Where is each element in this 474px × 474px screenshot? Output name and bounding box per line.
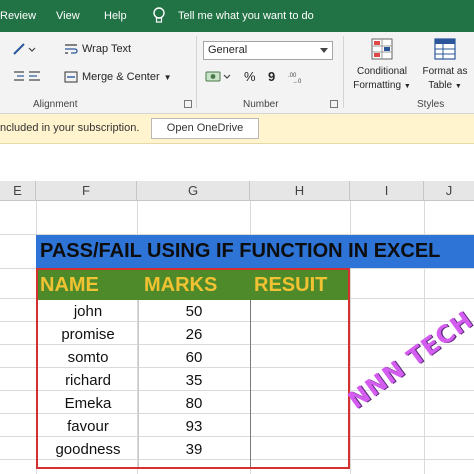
column-header-g[interactable]: G [137,181,250,201]
column-header-f[interactable]: F [36,181,137,201]
marks-cell[interactable]: 39 [138,438,250,461]
name-cell[interactable]: john [38,300,138,323]
currency-icon [205,71,231,82]
wrap-text-button[interactable]: Wrap Text [64,42,131,56]
indent-icon [14,71,40,81]
marks-cell[interactable]: 80 [138,392,250,415]
column-header-e[interactable]: E [0,181,36,201]
table-row: richard 35 [38,369,348,392]
conditional-formatting-label-1: Conditional [356,66,408,77]
conditional-formatting-label-2: Formatting [353,80,402,91]
alignment-group-label: Alignment [33,99,78,110]
svg-text:→0: →0 [292,79,302,84]
column-header-i[interactable]: I [350,181,424,201]
format-as-table-icon [434,38,456,60]
comma-style-button[interactable]: 9 [268,69,275,84]
decimal-icon: .00 →0 [288,73,302,84]
ribbon-separator [343,36,344,108]
menu-view[interactable]: View [56,10,80,22]
accounting-format-button[interactable] [205,69,233,85]
chevron-down-icon [320,48,328,53]
header-marks-cell[interactable]: MARKS [144,270,217,300]
conditional-formatting-icon [371,38,393,60]
marks-cell[interactable]: 35 [138,369,250,392]
alignment-launcher-icon[interactable] [184,100,192,108]
name-cell[interactable]: favour [38,415,138,438]
number-format-value: General [208,44,248,56]
header-name-cell[interactable]: NAME [40,270,99,300]
ribbon: Wrap Text Merge & Center ▼ Alignment Gen… [0,32,474,114]
sheet-title-banner[interactable]: PASS/FAIL USING IF FUNCTION IN EXCEL [36,235,474,268]
lightbulb-icon [153,7,165,23]
name-cell[interactable]: Emeka [38,392,138,415]
format-as-table-label-2: Table [428,80,453,91]
indent-button[interactable] [12,69,42,83]
column-header-bar: E F G H I J [0,181,474,201]
decrease-decimal-button[interactable]: .00 →0 [288,70,308,84]
orientation-icon [13,43,36,55]
table-row: favour 93 [38,415,348,438]
merge-center-icon [64,71,78,83]
number-format-dropdown[interactable]: General [203,41,333,60]
menu-review[interactable]: Review [0,10,36,22]
percent-style-button[interactable]: % [244,69,256,84]
data-table: NAME MARKS RESUIT john 50 promise 26 som… [36,268,350,469]
table-row: Emeka 80 [38,392,348,415]
table-row: goodness 39 [38,438,348,461]
table-row: promise 26 [38,323,348,346]
orientation-button[interactable] [12,42,36,56]
number-launcher-icon[interactable] [330,100,338,108]
marks-cell[interactable]: 60 [138,346,250,369]
marks-cell[interactable]: 50 [138,300,250,323]
formula-area [0,145,474,181]
worksheet-grid[interactable]: PASS/FAIL USING IF FUNCTION IN EXCEL NAM… [0,201,474,474]
table-header-row: NAME MARKS RESUIT [38,270,348,300]
open-onedrive-button[interactable]: Open OneDrive [151,118,259,139]
percent-icon: % [244,69,256,84]
info-bar: ncluded in your subscription. Open OneDr… [0,114,474,144]
wrap-text-icon [65,44,78,54]
marks-cell[interactable]: 26 [138,323,250,346]
merge-center-button[interactable]: Merge & Center ▼ [64,70,172,84]
column-header-h[interactable]: H [250,181,350,201]
chevron-down-icon: ▼ [454,83,462,90]
header-result-cell[interactable]: RESUIT [254,270,327,300]
comma-icon: 9 [268,69,276,84]
merge-center-label: Merge & Center [82,71,160,83]
format-as-table-button[interactable]: Format as Table ▼ [416,36,474,94]
name-cell[interactable]: richard [38,369,138,392]
tell-me-search[interactable]: Tell me what you want to do [178,10,314,22]
format-as-table-label-1: Format as [422,66,468,77]
name-cell[interactable]: promise [38,323,138,346]
column-header-j[interactable]: J [424,181,474,201]
table-row: somto 60 [38,346,348,369]
chevron-down-icon: ▼ [403,83,411,90]
number-group-label: Number [243,99,279,110]
conditional-formatting-button[interactable]: Conditional Formatting ▼ [348,36,416,94]
marks-cell[interactable]: 93 [138,415,250,438]
menu-bar: Review View Help Tell me what you want t… [0,0,474,32]
ribbon-separator [196,36,197,108]
info-bar-message: ncluded in your subscription. [0,122,140,134]
chevron-down-icon[interactable]: ▼ [164,73,172,82]
name-cell[interactable]: somto [38,346,138,369]
table-row: john 50 [38,300,348,323]
wrap-text-label: Wrap Text [82,43,132,55]
styles-group-label: Styles [417,99,445,110]
menu-help[interactable]: Help [104,10,127,22]
name-cell[interactable]: goodness [38,438,138,461]
